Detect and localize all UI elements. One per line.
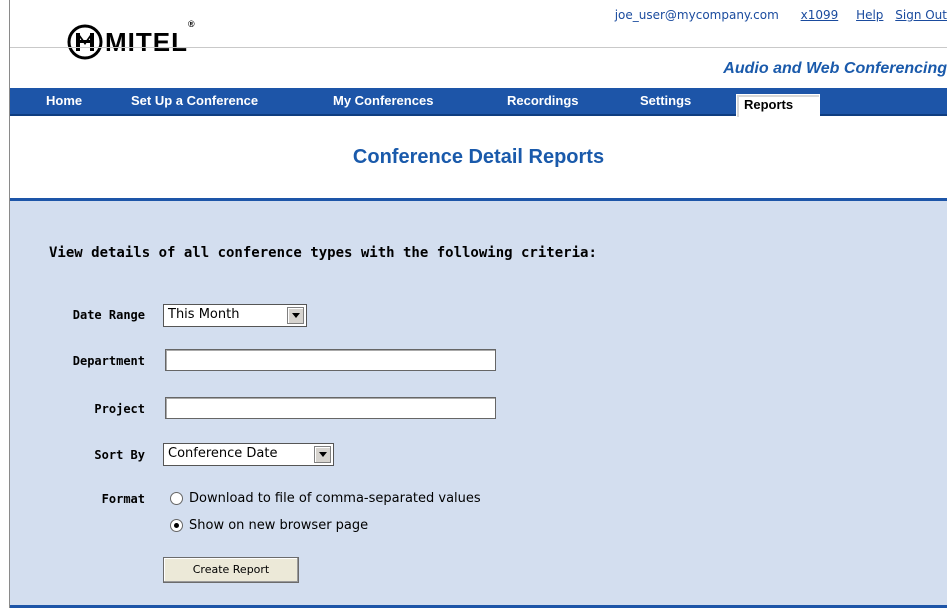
logo-text: MITEL® xyxy=(105,18,196,57)
nav-recordings[interactable]: Recordings xyxy=(507,93,579,108)
nav-reports-label: Reports xyxy=(744,97,794,112)
sort-by-value: Conference Date xyxy=(168,446,278,461)
extension-link[interactable]: x1099 xyxy=(801,8,839,22)
nav-home[interactable]: Home xyxy=(46,93,82,108)
radio-button-csv[interactable] xyxy=(170,492,183,505)
mitel-logo: MITEL® xyxy=(67,18,196,62)
page-content: MITEL® joe_user@mycompany.com x1099 Help… xyxy=(10,0,947,608)
project-label: Project xyxy=(94,402,145,416)
product-name: Audio and Web Conferencing xyxy=(723,60,947,77)
create-report-button[interactable]: Create Report xyxy=(163,557,299,583)
department-input[interactable] xyxy=(165,349,496,371)
chevron-down-icon[interactable] xyxy=(287,307,304,324)
department-label: Department xyxy=(72,354,145,368)
sign-out-link[interactable]: Sign Out xyxy=(895,8,947,22)
sort-by-label: Sort By xyxy=(94,448,145,462)
format-option-csv[interactable]: Download to file of comma-separated valu… xyxy=(170,491,481,506)
help-link[interactable]: Help xyxy=(856,8,883,22)
nav-settings[interactable]: Settings xyxy=(640,93,691,108)
project-input[interactable] xyxy=(165,397,496,419)
nav-reports-tab[interactable]: Reports xyxy=(736,94,820,118)
format-label: Format xyxy=(101,492,145,506)
date-range-label: Date Range xyxy=(72,308,145,322)
format-option-browser[interactable]: Show on new browser page xyxy=(170,518,368,533)
sort-by-select[interactable]: Conference Date xyxy=(163,443,334,466)
header-divider xyxy=(10,47,947,48)
page-title: Conference Detail Reports xyxy=(352,146,605,168)
nav-my-conferences[interactable]: My Conferences xyxy=(333,93,433,108)
date-range-value: This Month xyxy=(168,307,240,322)
user-email: joe_user@mycompany.com xyxy=(614,8,779,22)
format-option-csv-label: Download to file of comma-separated valu… xyxy=(189,491,481,506)
mitel-logo-icon xyxy=(67,24,103,60)
window-left-border xyxy=(0,0,10,608)
format-option-browser-label: Show on new browser page xyxy=(189,518,369,533)
chevron-down-icon[interactable] xyxy=(314,446,331,463)
criteria-heading: View details of all conference types wit… xyxy=(49,245,597,261)
date-range-select[interactable]: This Month xyxy=(163,304,307,327)
radio-button-browser[interactable] xyxy=(170,519,183,532)
nav-set-up-conference[interactable]: Set Up a Conference xyxy=(131,93,258,108)
top-links: joe_user@mycompany.com x1099 Help Sign O… xyxy=(615,8,947,22)
